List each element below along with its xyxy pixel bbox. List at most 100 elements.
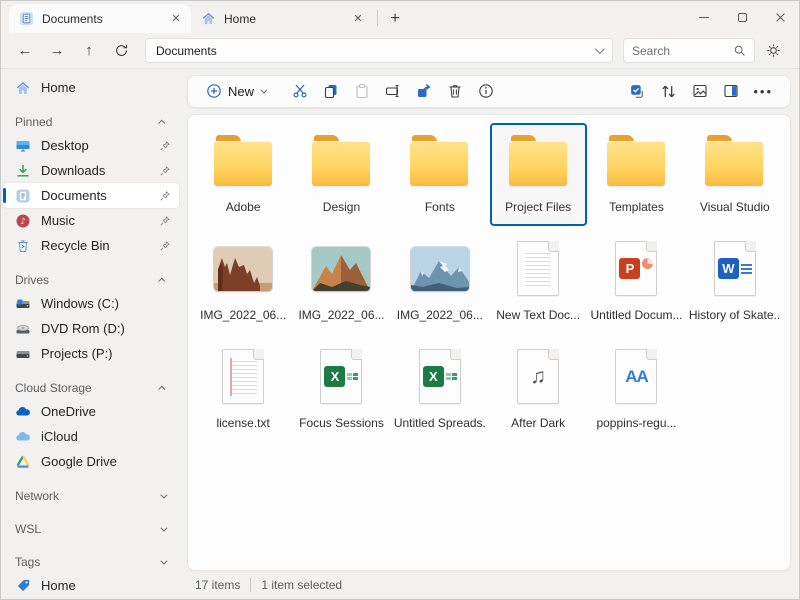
section-label: Pinned <box>15 115 160 129</box>
more-options-button[interactable]: ••• <box>746 78 780 104</box>
chevron-up-icon <box>158 119 165 126</box>
chevron-up-icon <box>158 385 165 392</box>
new-tab-button[interactable]: + <box>382 7 408 31</box>
sidebar-item-recycle-bin[interactable]: Recycle Bin <box>3 233 179 258</box>
sidebar-item-label: Home <box>41 578 173 593</box>
pin-icon[interactable] <box>159 215 171 227</box>
sidebar-section-tags[interactable]: Tags <box>3 551 179 573</box>
sidebar-item-icloud[interactable]: iCloud <box>3 424 179 449</box>
minimize-button[interactable] <box>685 1 723 33</box>
settings-button[interactable] <box>759 37 787 65</box>
sort-button[interactable] <box>653 78 684 104</box>
audio-file-tile[interactable]: ♫ After Dark <box>490 339 587 442</box>
word-file-tile[interactable]: W History of Skate... <box>686 231 783 334</box>
paste-button[interactable] <box>346 78 377 104</box>
sidebar-item-onedrive[interactable]: OneDrive <box>3 399 179 424</box>
folder-tile-visual-studio[interactable]: Visual Studio <box>686 123 783 226</box>
folder-tile-design[interactable]: Design <box>293 123 390 226</box>
file-name: Templates <box>609 200 664 214</box>
sidebar-item-desktop[interactable]: Desktop <box>3 133 179 158</box>
maximize-button[interactable] <box>723 1 761 33</box>
cut-button[interactable] <box>284 78 315 104</box>
pin-icon[interactable] <box>159 165 171 177</box>
drive-icon <box>15 346 31 362</box>
address-bar[interactable]: Documents <box>145 38 613 63</box>
folder-tile-fonts[interactable]: Fonts <box>391 123 488 226</box>
search-box[interactable] <box>623 38 755 63</box>
close-button[interactable] <box>761 1 799 33</box>
file-name: Visual Studio <box>700 200 770 214</box>
search-input[interactable] <box>632 44 727 58</box>
pin-icon[interactable] <box>159 190 171 202</box>
powerpoint-file-tile[interactable]: P Untitled Docum... <box>588 231 685 334</box>
sidebar-section-wsl[interactable]: WSL <box>3 518 179 540</box>
item-count: 17 items <box>195 578 240 592</box>
sidebar-item-dvd-d[interactable]: DVD Rom (D:) <box>3 316 179 341</box>
text-file-tile[interactable]: New Text Doc... <box>490 231 587 334</box>
tab-label: Documents <box>42 12 159 26</box>
font-file-tile[interactable]: AA poppins-regu... <box>588 339 685 442</box>
svg-text:♪: ♪ <box>20 217 25 227</box>
new-button[interactable]: New <box>198 78 272 104</box>
sidebar-item-windows-c[interactable]: Windows (C:) <box>3 291 179 316</box>
chevron-down-icon <box>160 557 167 564</box>
sidebar-item-label: iCloud <box>41 429 173 444</box>
properties-button[interactable] <box>470 78 501 104</box>
back-button[interactable]: ← <box>11 37 39 65</box>
sidebar-section-pinned[interactable]: Pinned <box>3 111 179 133</box>
sidebar-item-label: Recycle Bin <box>41 238 149 253</box>
sidebar-item-label: Windows (C:) <box>41 296 173 311</box>
folder-tile-templates[interactable]: Templates <box>588 123 685 226</box>
excel-file-tile[interactable]: X Untitled Spreads... <box>391 339 488 442</box>
forward-button[interactable]: → <box>43 37 71 65</box>
folder-tile-adobe[interactable]: Adobe <box>195 123 292 226</box>
copy-button[interactable] <box>315 78 346 104</box>
excel-file-icon: X <box>419 344 461 410</box>
tab-home[interactable]: Home ✕ <box>191 4 373 33</box>
sidebar-item-label: Google Drive <box>41 454 173 469</box>
sidebar-section-drives[interactable]: Drives <box>3 269 179 291</box>
file-name: Fonts <box>425 200 455 214</box>
sidebar-item-downloads[interactable]: Downloads <box>3 158 179 183</box>
file-name: New Text Doc... <box>496 308 580 322</box>
select-multiple-button[interactable] <box>622 78 653 104</box>
sidebar-item-documents[interactable]: Documents <box>3 183 179 208</box>
pin-icon[interactable] <box>159 240 171 252</box>
text-file-icon <box>517 236 559 302</box>
text-file-tile[interactable]: license.txt <box>195 339 292 442</box>
address-dropdown-icon[interactable] <box>595 44 605 54</box>
rename-button[interactable] <box>377 78 408 104</box>
refresh-button[interactable] <box>107 37 135 65</box>
sidebar-item-tag-home[interactable]: Home <box>3 573 179 598</box>
sidebar-item-projects-p[interactable]: Projects (P:) <box>3 341 179 366</box>
image-tile[interactable]: IMG_2022_06... <box>293 231 390 334</box>
excel-file-tile[interactable]: X Focus Sessions <box>293 339 390 442</box>
view-button[interactable] <box>684 78 715 104</box>
sidebar-item-label: Desktop <box>41 138 149 153</box>
up-button[interactable]: ↑ <box>75 37 103 65</box>
image-tile[interactable]: IMG_2022_06... <box>391 231 488 334</box>
delete-button[interactable] <box>439 78 470 104</box>
tag-icon <box>15 578 31 594</box>
sidebar-item-google-drive[interactable]: Google Drive <box>3 449 179 474</box>
sidebar-item-music[interactable]: ♪ Music <box>3 208 179 233</box>
folder-tile-project-files-selected[interactable]: Project Files <box>490 123 587 226</box>
preview-pane-button[interactable] <box>715 78 746 104</box>
powerpoint-file-icon: P <box>615 236 657 302</box>
document-tab-icon <box>19 11 34 26</box>
sidebar-item-home[interactable]: Home <box>3 75 179 100</box>
tab-close-icon[interactable]: ✕ <box>167 10 185 28</box>
recycle-bin-icon <box>15 238 31 254</box>
sidebar-section-cloud-storage[interactable]: Cloud Storage <box>3 377 179 399</box>
tab-documents[interactable]: Documents ✕ <box>9 4 191 33</box>
tab-close-icon[interactable]: ✕ <box>349 10 367 28</box>
desktop-icon <box>15 138 31 154</box>
section-label: Network <box>15 489 160 503</box>
image-tile[interactable]: IMG_2022_06... <box>195 231 292 334</box>
onedrive-icon <box>15 404 31 420</box>
pin-icon[interactable] <box>159 140 171 152</box>
file-name: Untitled Docum... <box>590 308 682 322</box>
sidebar-section-network[interactable]: Network <box>3 485 179 507</box>
share-button[interactable] <box>408 78 439 104</box>
file-name: license.txt <box>216 416 269 430</box>
